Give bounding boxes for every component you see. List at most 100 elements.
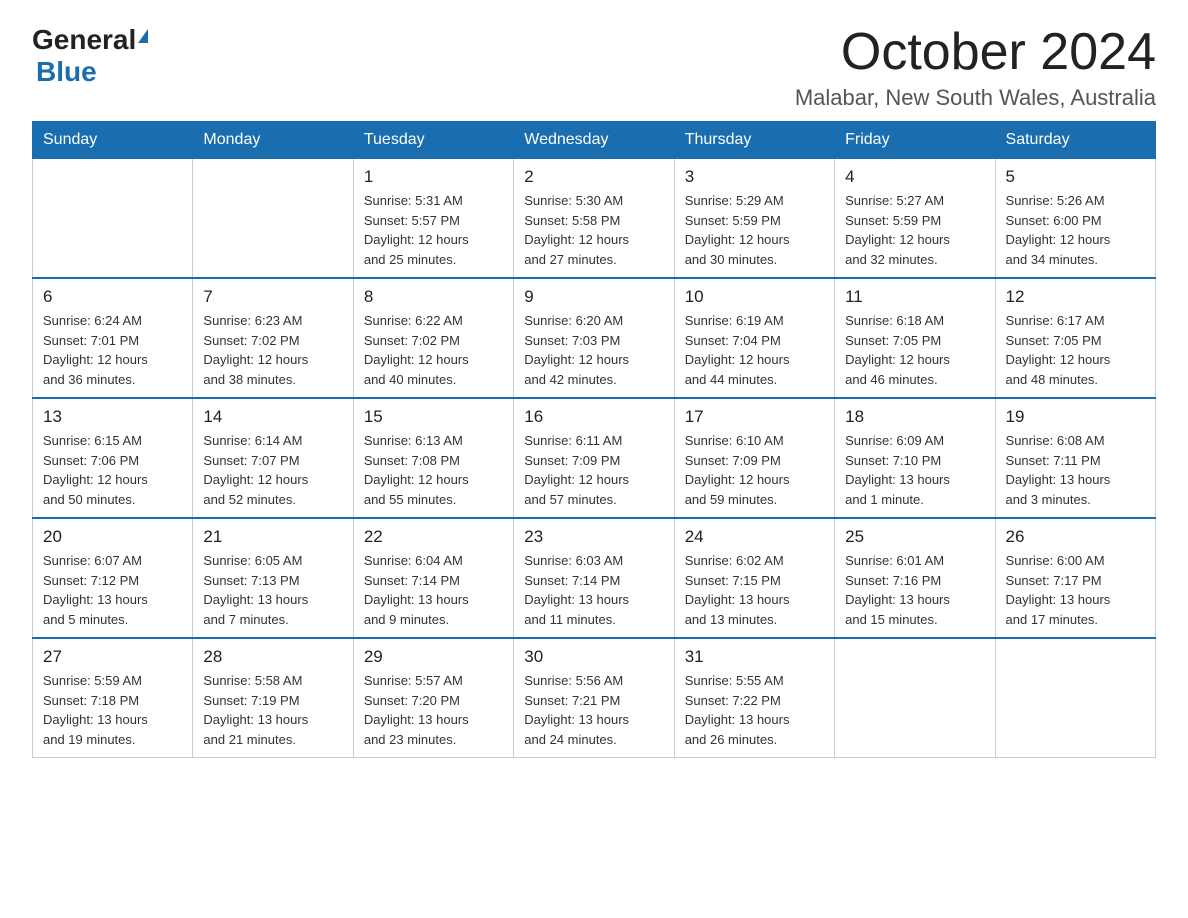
calendar-cell: 16 Sunrise: 6:11 AM Sunset: 7:09 PM Dayli… bbox=[514, 398, 674, 518]
calendar-cell: 21Sunrise: 6:05 AM Sunset: 7:13 PM Dayli… bbox=[193, 518, 353, 638]
day-number: 23 bbox=[524, 527, 663, 547]
logo-general-text: General bbox=[32, 24, 136, 56]
weekday-header-thursday: Thursday bbox=[674, 122, 834, 159]
day-number: 4 bbox=[845, 167, 984, 187]
day-info: Sunrise: 6:04 AM Sunset: 7:14 PM Dayligh… bbox=[364, 551, 503, 629]
day-number: 5 bbox=[1006, 167, 1145, 187]
day-number: 18 bbox=[845, 407, 984, 427]
day-info: Sunrise: 6:08 AM Sunset: 7:11 PM Dayligh… bbox=[1006, 431, 1145, 509]
calendar-cell: 23 Sunrise: 6:03 AM Sunset: 7:14 PM Dayli… bbox=[514, 518, 674, 638]
calendar-week-row: 20Sunrise: 6:07 AM Sunset: 7:12 PM Dayli… bbox=[33, 518, 1156, 638]
calendar-cell: 10Sunrise: 6:19 AM Sunset: 7:04 PM Dayli… bbox=[674, 278, 834, 398]
calendar-cell: 20Sunrise: 6:07 AM Sunset: 7:12 PM Dayli… bbox=[33, 518, 193, 638]
day-info: Sunrise: 6:17 AM Sunset: 7:05 PM Dayligh… bbox=[1006, 311, 1145, 389]
calendar-week-row: 13 Sunrise: 6:15 AM Sunset: 7:06 PM Dayli… bbox=[33, 398, 1156, 518]
day-info: Sunrise: 6:18 AM Sunset: 7:05 PM Dayligh… bbox=[845, 311, 984, 389]
calendar-cell: 6 Sunrise: 6:24 AM Sunset: 7:01 PM Daylig… bbox=[33, 278, 193, 398]
calendar-subtitle: Malabar, New South Wales, Australia bbox=[795, 85, 1156, 111]
weekday-header-tuesday: Tuesday bbox=[353, 122, 513, 159]
calendar-cell: 24Sunrise: 6:02 AM Sunset: 7:15 PM Dayli… bbox=[674, 518, 834, 638]
day-info: Sunrise: 5:57 AM Sunset: 7:20 PM Dayligh… bbox=[364, 671, 503, 749]
day-number: 16 bbox=[524, 407, 663, 427]
calendar-cell: 13 Sunrise: 6:15 AM Sunset: 7:06 PM Dayli… bbox=[33, 398, 193, 518]
day-number: 7 bbox=[203, 287, 342, 307]
weekday-header-monday: Monday bbox=[193, 122, 353, 159]
day-number: 20 bbox=[43, 527, 182, 547]
day-number: 15 bbox=[364, 407, 503, 427]
calendar-week-row: 27 Sunrise: 5:59 AM Sunset: 7:18 PM Dayli… bbox=[33, 638, 1156, 758]
day-info: Sunrise: 5:56 AM Sunset: 7:21 PM Dayligh… bbox=[524, 671, 663, 749]
day-info: Sunrise: 6:22 AM Sunset: 7:02 PM Dayligh… bbox=[364, 311, 503, 389]
day-info: Sunrise: 5:59 AM Sunset: 7:18 PM Dayligh… bbox=[43, 671, 182, 749]
day-number: 3 bbox=[685, 167, 824, 187]
day-number: 19 bbox=[1006, 407, 1145, 427]
calendar-cell bbox=[33, 159, 193, 279]
day-info: Sunrise: 6:14 AM Sunset: 7:07 PM Dayligh… bbox=[203, 431, 342, 509]
day-info: Sunrise: 6:13 AM Sunset: 7:08 PM Dayligh… bbox=[364, 431, 503, 509]
day-number: 31 bbox=[685, 647, 824, 667]
calendar-cell: 25 Sunrise: 6:01 AM Sunset: 7:16 PM Dayli… bbox=[835, 518, 995, 638]
calendar-cell: 15 Sunrise: 6:13 AM Sunset: 7:08 PM Dayli… bbox=[353, 398, 513, 518]
calendar-cell: 14Sunrise: 6:14 AM Sunset: 7:07 PM Dayli… bbox=[193, 398, 353, 518]
calendar-cell: 5 Sunrise: 5:26 AM Sunset: 6:00 PM Daylig… bbox=[995, 159, 1155, 279]
logo-blue-text: Blue bbox=[36, 56, 97, 88]
day-number: 12 bbox=[1006, 287, 1145, 307]
day-number: 26 bbox=[1006, 527, 1145, 547]
day-info: Sunrise: 5:30 AM Sunset: 5:58 PM Dayligh… bbox=[524, 191, 663, 269]
calendar-cell: 19 Sunrise: 6:08 AM Sunset: 7:11 PM Dayli… bbox=[995, 398, 1155, 518]
weekday-header-wednesday: Wednesday bbox=[514, 122, 674, 159]
calendar-cell: 26 Sunrise: 6:00 AM Sunset: 7:17 PM Dayli… bbox=[995, 518, 1155, 638]
calendar-cell: 31 Sunrise: 5:55 AM Sunset: 7:22 PM Dayli… bbox=[674, 638, 834, 758]
calendar-cell bbox=[835, 638, 995, 758]
calendar-cell: 29Sunrise: 5:57 AM Sunset: 7:20 PM Dayli… bbox=[353, 638, 513, 758]
day-number: 11 bbox=[845, 287, 984, 307]
day-info: Sunrise: 6:03 AM Sunset: 7:14 PM Dayligh… bbox=[524, 551, 663, 629]
calendar-cell: 9 Sunrise: 6:20 AM Sunset: 7:03 PM Daylig… bbox=[514, 278, 674, 398]
day-info: Sunrise: 6:15 AM Sunset: 7:06 PM Dayligh… bbox=[43, 431, 182, 509]
day-number: 25 bbox=[845, 527, 984, 547]
day-info: Sunrise: 5:58 AM Sunset: 7:19 PM Dayligh… bbox=[203, 671, 342, 749]
calendar-cell: 12 Sunrise: 6:17 AM Sunset: 7:05 PM Dayli… bbox=[995, 278, 1155, 398]
calendar-cell: 2Sunrise: 5:30 AM Sunset: 5:58 PM Daylig… bbox=[514, 159, 674, 279]
day-number: 8 bbox=[364, 287, 503, 307]
calendar-table: SundayMondayTuesdayWednesdayThursdayFrid… bbox=[32, 121, 1156, 758]
day-number: 6 bbox=[43, 287, 182, 307]
day-number: 27 bbox=[43, 647, 182, 667]
calendar-cell: 8 Sunrise: 6:22 AM Sunset: 7:02 PM Daylig… bbox=[353, 278, 513, 398]
page-header: General Blue October 2024 Malabar, New S… bbox=[32, 24, 1156, 111]
day-info: Sunrise: 6:23 AM Sunset: 7:02 PM Dayligh… bbox=[203, 311, 342, 389]
day-info: Sunrise: 6:10 AM Sunset: 7:09 PM Dayligh… bbox=[685, 431, 824, 509]
day-number: 13 bbox=[43, 407, 182, 427]
day-number: 30 bbox=[524, 647, 663, 667]
day-info: Sunrise: 5:29 AM Sunset: 5:59 PM Dayligh… bbox=[685, 191, 824, 269]
day-info: Sunrise: 6:11 AM Sunset: 7:09 PM Dayligh… bbox=[524, 431, 663, 509]
calendar-cell: 1 Sunrise: 5:31 AM Sunset: 5:57 PM Daylig… bbox=[353, 159, 513, 279]
day-number: 1 bbox=[364, 167, 503, 187]
calendar-cell: 3 Sunrise: 5:29 AM Sunset: 5:59 PM Daylig… bbox=[674, 159, 834, 279]
day-number: 21 bbox=[203, 527, 342, 547]
title-area: October 2024 Malabar, New South Wales, A… bbox=[795, 24, 1156, 111]
day-info: Sunrise: 5:31 AM Sunset: 5:57 PM Dayligh… bbox=[364, 191, 503, 269]
calendar-cell bbox=[193, 159, 353, 279]
calendar-title: October 2024 bbox=[795, 24, 1156, 81]
day-number: 22 bbox=[364, 527, 503, 547]
day-info: Sunrise: 5:27 AM Sunset: 5:59 PM Dayligh… bbox=[845, 191, 984, 269]
calendar-cell: 7 Sunrise: 6:23 AM Sunset: 7:02 PM Daylig… bbox=[193, 278, 353, 398]
calendar-cell: 18 Sunrise: 6:09 AM Sunset: 7:10 PM Dayli… bbox=[835, 398, 995, 518]
logo: General Blue bbox=[32, 24, 148, 88]
day-info: Sunrise: 6:20 AM Sunset: 7:03 PM Dayligh… bbox=[524, 311, 663, 389]
weekday-header-sunday: Sunday bbox=[33, 122, 193, 159]
calendar-cell: 11 Sunrise: 6:18 AM Sunset: 7:05 PM Dayli… bbox=[835, 278, 995, 398]
logo-triangle-icon bbox=[138, 29, 148, 43]
day-number: 9 bbox=[524, 287, 663, 307]
calendar-cell: 22 Sunrise: 6:04 AM Sunset: 7:14 PM Dayli… bbox=[353, 518, 513, 638]
day-number: 28 bbox=[203, 647, 342, 667]
day-info: Sunrise: 5:26 AM Sunset: 6:00 PM Dayligh… bbox=[1006, 191, 1145, 269]
day-info: Sunrise: 6:09 AM Sunset: 7:10 PM Dayligh… bbox=[845, 431, 984, 509]
calendar-cell bbox=[995, 638, 1155, 758]
day-info: Sunrise: 6:01 AM Sunset: 7:16 PM Dayligh… bbox=[845, 551, 984, 629]
day-info: Sunrise: 5:55 AM Sunset: 7:22 PM Dayligh… bbox=[685, 671, 824, 749]
day-info: Sunrise: 6:00 AM Sunset: 7:17 PM Dayligh… bbox=[1006, 551, 1145, 629]
weekday-header-friday: Friday bbox=[835, 122, 995, 159]
day-info: Sunrise: 6:24 AM Sunset: 7:01 PM Dayligh… bbox=[43, 311, 182, 389]
